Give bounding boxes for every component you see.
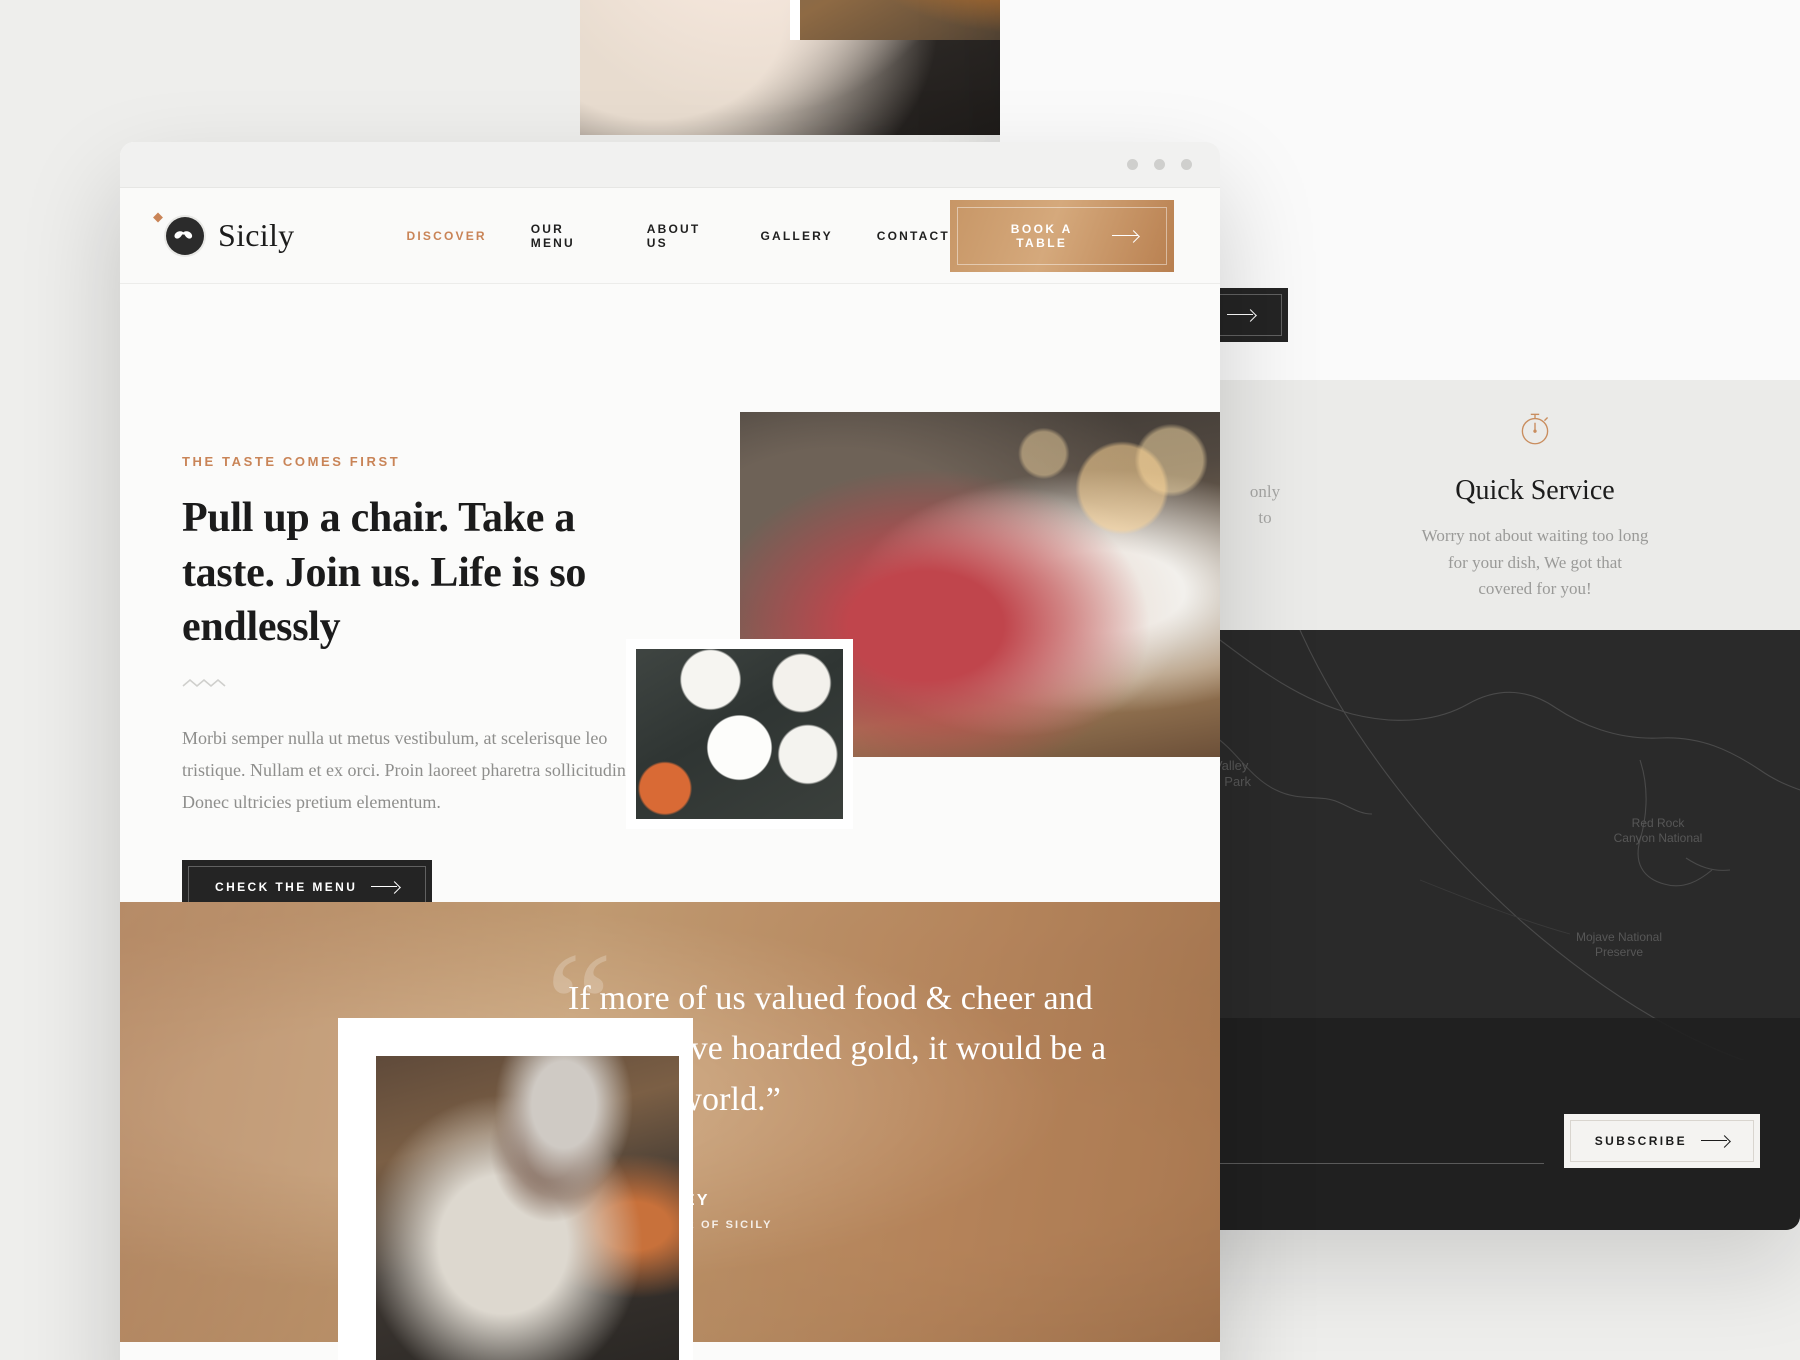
- nav-links: DISCOVER OUR MENU ABOUT US GALLERY CONTA…: [153, 212, 950, 250]
- book-a-table-label: BOOK A TABLE: [1010, 221, 1073, 250]
- nav-active-diamond-icon: [153, 212, 163, 223]
- hero-copy: THE TASTE COMES FIRST Pull up a chair. T…: [182, 454, 632, 914]
- hero-title: Pull up a chair. Take a taste. Join us. …: [182, 495, 587, 651]
- photo-chef-pizza-oven: [376, 1056, 679, 1360]
- feature-card-quick-service: Quick Service Worry not about waiting to…: [1410, 407, 1660, 602]
- hero-photo-food-framed: [626, 639, 853, 829]
- window-dot[interactable]: [1181, 159, 1192, 170]
- map-label-mojave: Mojave National Preserve: [1575, 930, 1663, 959]
- photo-food-table: [636, 649, 843, 819]
- book-a-table-button[interactable]: BOOK A TABLE: [949, 199, 1174, 272]
- brand-logo[interactable]: Sicily: [166, 216, 295, 255]
- hero-section: THE TASTE COMES FIRST Pull up a chair. T…: [120, 284, 1220, 914]
- map-label-red-rock: Red Rock Canyon National: [1613, 816, 1703, 845]
- hero-eyebrow: THE TASTE COMES FIRST: [182, 454, 401, 469]
- nav-item-our-menu[interactable]: OUR MENU: [531, 222, 603, 250]
- site-navbar: Sicily DISCOVER OUR MENU ABOUT US GALLER…: [120, 188, 1220, 284]
- nav-item-contact[interactable]: CONTACT: [877, 229, 950, 243]
- arrow-right-icon: [1227, 310, 1255, 320]
- subscribe-button[interactable]: SUBSCRIBE: [1563, 1114, 1760, 1168]
- feature-title: Quick Service: [1455, 475, 1615, 507]
- hero-body-text: Morbi semper nulla ut metus vestibulum, …: [182, 727, 631, 812]
- nav-item-discover[interactable]: DISCOVER: [406, 229, 486, 243]
- arrow-right-icon: [371, 882, 399, 892]
- chef-photo-frame: [338, 1018, 693, 1360]
- window-titlebar: [120, 142, 1220, 188]
- browser-window: Sicily DISCOVER OUR MENU ABOUT US GALLER…: [120, 142, 1220, 1360]
- arrow-right-icon: [1701, 1136, 1729, 1146]
- squiggle-divider-icon: [182, 677, 632, 696]
- arrow-right-icon: [1111, 231, 1138, 241]
- mustache-icon: [166, 216, 204, 255]
- subscribe-label: SUBSCRIBE: [1594, 1134, 1687, 1148]
- nav-item-about-us[interactable]: ABOUT US: [647, 222, 717, 250]
- feature-text: Worry not about waiting too long for you…: [1421, 526, 1649, 599]
- check-the-menu-label: CHECK THE MENU: [215, 879, 358, 894]
- nav-item-gallery[interactable]: GALLERY: [760, 229, 832, 243]
- window-dot[interactable]: [1127, 159, 1138, 170]
- brand-name: Sicily: [218, 217, 295, 253]
- window-dot[interactable]: [1154, 159, 1165, 170]
- stopwatch-icon: [1514, 407, 1556, 449]
